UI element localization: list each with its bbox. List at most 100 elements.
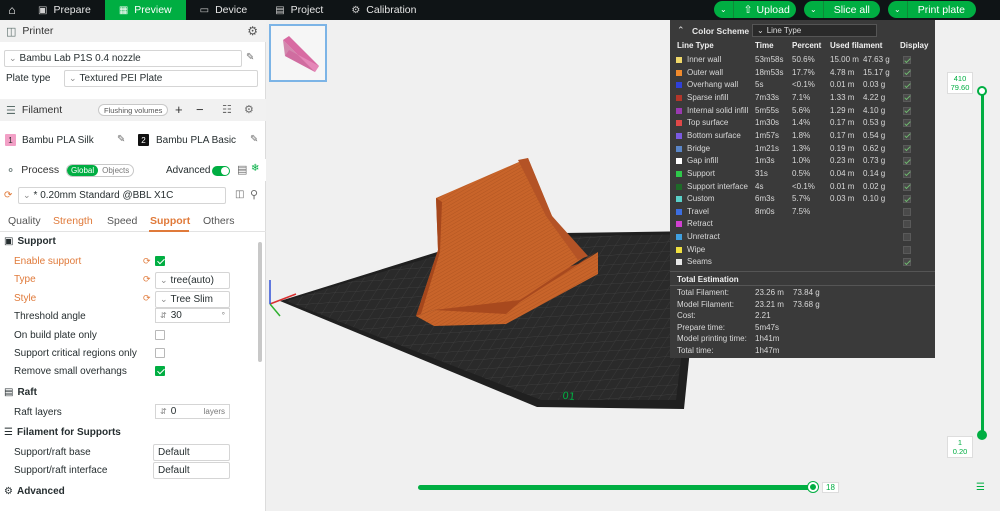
total-label: Total time:	[677, 346, 714, 355]
reset-icon[interactable]: ⟳	[143, 256, 151, 267]
layers-icon[interactable]: ☰	[976, 482, 985, 493]
display-checkbox[interactable]	[903, 207, 911, 216]
display-checkbox[interactable]	[903, 106, 911, 115]
critical-regions-checkbox[interactable]	[155, 348, 165, 358]
settings-scrollbar[interactable]	[258, 242, 262, 362]
raft-layers-input[interactable]: ⇵ 0 layers	[155, 404, 230, 419]
raft-interface-select[interactable]: Default	[153, 462, 230, 479]
sync-icon[interactable]: ☷	[222, 103, 232, 116]
remove-overhangs-checkbox[interactable]	[155, 366, 165, 376]
chevron-down-icon[interactable]: ⌄	[888, 1, 908, 18]
raft-base-label: Support/raft base	[14, 447, 91, 458]
line-color-swatch	[676, 196, 682, 203]
filament-2-swatch[interactable]: 2	[138, 134, 149, 146]
line-color-swatch	[676, 170, 682, 177]
stepper-icon[interactable]: ⇵	[160, 311, 167, 320]
edit-icon[interactable]: ✎	[246, 52, 254, 63]
tab-device[interactable]: ▭ Device	[186, 0, 262, 20]
plate-type-select[interactable]: ⌄ Textured PEI Plate	[64, 70, 258, 87]
filament-1-name[interactable]: Bambu PLA Silk	[22, 135, 94, 146]
print-label: Print plate	[917, 3, 965, 16]
line-type-row: Bridge 1m21s 1.3% 0.19 m 0.62 g	[670, 143, 935, 156]
tab-strength[interactable]: Strength	[53, 215, 93, 227]
layer-slider-top-handle[interactable]	[977, 86, 987, 96]
home-icon[interactable]: ⌂	[0, 0, 24, 20]
compare-icon[interactable]: ▤	[237, 163, 247, 176]
chevron-down-icon[interactable]: ⌄	[804, 1, 824, 18]
filament-1-swatch[interactable]: 1	[5, 134, 16, 146]
color-scheme-select[interactable]: ⌄ Line Type	[752, 24, 877, 37]
process-preset-select[interactable]: ⌄ * 0.20mm Standard @BBL X1C	[18, 187, 226, 204]
tab-label: Device	[215, 4, 248, 16]
reset-icon[interactable]: ⟳	[143, 274, 151, 285]
display-checkbox[interactable]	[903, 233, 911, 242]
print-plate-button[interactable]: ⌄ Print plate	[888, 1, 976, 18]
raft-base-select[interactable]: Default	[153, 444, 230, 461]
reset-icon[interactable]: ⟳	[143, 293, 151, 304]
search-icon[interactable]: ⚲	[250, 188, 258, 201]
filament-2-name[interactable]: Bambu PLA Basic	[156, 135, 236, 146]
edit-icon[interactable]: ✎	[117, 134, 125, 145]
support-style-select[interactable]: ⌄ Tree Slim	[155, 291, 230, 308]
display-checkbox[interactable]	[903, 119, 911, 128]
upload-button[interactable]: ⌄ ⇧ Upload	[714, 1, 796, 18]
display-checkbox[interactable]	[903, 93, 911, 102]
chevron-down-icon: ⌄	[23, 190, 31, 200]
sparkle-icon[interactable]: ❄	[251, 163, 259, 174]
line-type-row: Internal solid infill 5m55s 5.6% 1.29 m 4.10…	[670, 105, 935, 118]
support-type-select[interactable]: ⌄ tree(auto)	[155, 272, 230, 289]
display-checkbox[interactable]	[903, 258, 911, 267]
slice-all-button[interactable]: ⌄ Slice all	[804, 1, 880, 18]
minus-icon[interactable]: −	[196, 102, 204, 117]
advanced-toggle[interactable]	[212, 166, 230, 176]
display-checkbox[interactable]	[903, 56, 911, 64]
display-checkbox[interactable]	[903, 245, 911, 254]
move-slider-track[interactable]	[418, 485, 813, 490]
display-checkbox[interactable]	[903, 195, 911, 204]
display-checkbox[interactable]	[903, 81, 911, 90]
tab-quality[interactable]: Quality	[8, 215, 41, 227]
printer-select[interactable]: ⌄ Bambu Lab P1S 0.4 nozzle	[4, 50, 242, 67]
tab-calibration[interactable]: ⚙ Calibration	[337, 0, 430, 20]
chevron-down-icon[interactable]: ⌄	[714, 1, 734, 18]
gear-icon[interactable]: ⚙	[244, 103, 254, 116]
add-icon[interactable]: +	[175, 102, 183, 117]
line-percent: <0.1%	[792, 181, 815, 191]
display-checkbox[interactable]	[903, 68, 911, 77]
display-checkbox[interactable]	[903, 144, 911, 153]
layer-slider-bottom-handle[interactable]	[977, 430, 987, 440]
support-icon: ▣	[4, 236, 14, 247]
tab-preview[interactable]: ▦ Preview	[104, 0, 186, 20]
threshold-angle-input[interactable]: ⇵ 30 °	[155, 308, 230, 323]
display-checkbox[interactable]	[903, 157, 911, 166]
reset-icon[interactable]: ⟳	[4, 190, 12, 201]
stepper-icon[interactable]: ⇵	[160, 407, 167, 416]
save-icon[interactable]: ◫	[235, 189, 244, 200]
display-checkbox[interactable]	[903, 131, 911, 140]
edit-icon[interactable]: ✎	[250, 134, 258, 145]
line-weight: 0.03 g	[863, 80, 886, 90]
layer-slider-track[interactable]	[981, 90, 984, 435]
gear-icon[interactable]: ⚙	[247, 24, 258, 38]
move-slider-handle[interactable]	[808, 482, 818, 492]
raft-group-header: ▤ Raft	[4, 387, 37, 398]
line-type-name: Support interface	[687, 181, 748, 191]
line-color-swatch	[676, 120, 682, 127]
display-checkbox[interactable]	[903, 169, 911, 178]
tab-prepare[interactable]: ▣ Prepare	[24, 0, 105, 20]
global-objects-toggle[interactable]: Global Objects	[66, 164, 135, 177]
line-percent: 1.8%	[792, 130, 811, 140]
global-option[interactable]: Global	[67, 165, 99, 176]
enable-support-checkbox[interactable]	[155, 256, 165, 266]
display-checkbox[interactable]	[903, 220, 911, 229]
display-checkbox[interactable]	[903, 182, 911, 191]
collapse-icon[interactable]: ⌃	[677, 25, 685, 36]
tab-project[interactable]: ▤ Project	[261, 0, 337, 20]
on-build-plate-checkbox[interactable]	[155, 330, 165, 340]
tab-speed[interactable]: Speed	[107, 215, 137, 227]
bottom-layer-number: 1	[957, 438, 963, 447]
tab-others[interactable]: Others	[203, 215, 235, 227]
flushing-volumes-button[interactable]: Flushing volumes	[98, 104, 169, 116]
tab-support[interactable]: Support	[150, 215, 190, 227]
objects-option[interactable]: Objects	[98, 165, 133, 176]
